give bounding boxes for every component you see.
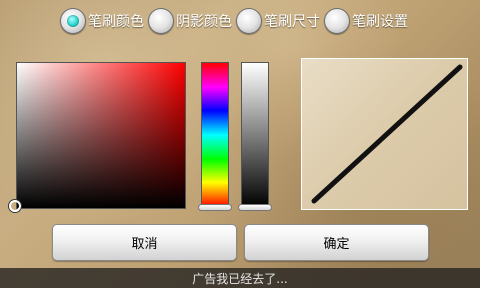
brightness-slider[interactable]: [241, 62, 269, 208]
tab-bar: 笔刷颜色 阴影颜色 笔刷尺寸 笔刷设置: [60, 7, 412, 35]
tab-label: 笔刷颜色: [88, 14, 144, 30]
tab-label: 笔刷设置: [352, 14, 408, 30]
status-bar: 广告我已经去了...: [0, 268, 480, 288]
tab-label: 阴影颜色: [176, 14, 232, 30]
tab-brush-settings[interactable]: 笔刷设置: [324, 8, 408, 34]
cancel-button[interactable]: 取消: [52, 224, 237, 261]
tab-brush-color[interactable]: 笔刷颜色: [60, 8, 144, 34]
confirm-button[interactable]: 确定: [244, 224, 429, 261]
radio-icon[interactable]: [236, 8, 262, 34]
radio-icon[interactable]: [324, 8, 350, 34]
radio-icon[interactable]: [60, 8, 86, 34]
hue-slider-handle[interactable]: [198, 204, 232, 211]
picker-cursor-icon[interactable]: [9, 200, 21, 212]
radio-selected-dot: [67, 15, 79, 27]
tab-label: 笔刷尺寸: [264, 14, 320, 30]
tab-brush-size[interactable]: 笔刷尺寸: [236, 8, 320, 34]
brightness-slider-handle[interactable]: [238, 204, 272, 211]
saturation-value-picker[interactable]: [16, 62, 186, 209]
tab-shadow-color[interactable]: 阴影颜色: [148, 8, 232, 34]
status-text: 广告我已经去了...: [192, 271, 288, 286]
radio-icon[interactable]: [148, 8, 174, 34]
brush-preview: [301, 58, 468, 210]
hue-slider[interactable]: [201, 62, 229, 208]
brush-stroke-preview: [311, 64, 463, 204]
